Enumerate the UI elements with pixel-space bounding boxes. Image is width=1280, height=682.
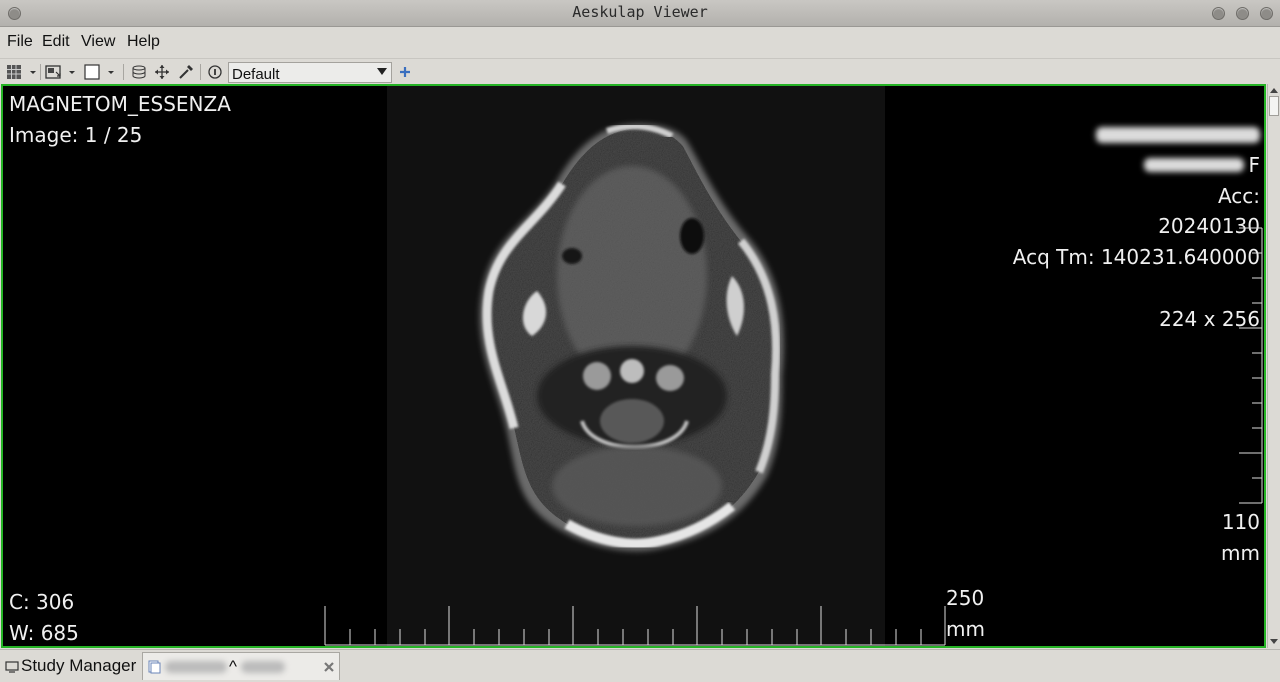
window-center: C: 306: [9, 590, 75, 614]
scroll-up-icon[interactable]: [1270, 88, 1278, 93]
patient-name-redacted: [1096, 124, 1260, 148]
close-icon[interactable]: [1260, 7, 1273, 20]
preset-select[interactable]: Default: [228, 62, 392, 83]
frame-icon[interactable]: [84, 64, 100, 80]
move-icon[interactable]: [154, 64, 170, 80]
vertical-ruler-value: 110: [1221, 510, 1260, 534]
horizontal-ruler: [324, 606, 946, 646]
document-icon: [148, 660, 161, 674]
scrollbar-thumb[interactable]: [1269, 96, 1279, 116]
stack-icon[interactable]: [131, 64, 147, 80]
patient-sex: F: [1248, 153, 1260, 177]
image-index-label: Image: 1 / 25: [9, 123, 143, 147]
modality-label: MAGNETOM_ESSENZA: [9, 92, 231, 116]
tab-study-manager[interactable]: Study Manager: [3, 652, 141, 680]
monitor-icon: [5, 661, 19, 673]
dropdown-arrow-icon[interactable]: [68, 64, 76, 80]
vertical-ruler-unit: mm: [1221, 541, 1260, 565]
grid-icon[interactable]: [6, 64, 22, 80]
accession-label: Acc:: [1217, 184, 1260, 208]
dropdown-arrow-icon[interactable]: [107, 64, 115, 80]
toolbar: [0, 58, 1280, 85]
vertical-scrollbar[interactable]: [1267, 84, 1280, 648]
tab-patient-study[interactable]: ^: [142, 652, 340, 680]
menu-help[interactable]: Help: [127, 33, 160, 51]
tab-study-manager-label: Study Manager: [21, 656, 137, 675]
window-width: W: 685: [9, 621, 79, 645]
mri-image[interactable]: [387, 86, 885, 646]
close-tab-icon[interactable]: [323, 661, 335, 673]
tab-patient-study-label: ^: [229, 657, 237, 676]
acquisition-time: Acq Tm: 140231.640000: [1012, 245, 1260, 269]
window-title: Aeskulap Viewer: [572, 3, 708, 21]
mri-slice-image: [479, 123, 784, 552]
menubar: File Edit View Help: [0, 27, 1280, 57]
maximize-icon[interactable]: [1236, 7, 1249, 20]
horizontal-ruler-value: 250: [946, 586, 985, 610]
tab-bar: Study Manager ^: [0, 649, 1280, 682]
menu-view[interactable]: View: [81, 33, 115, 51]
patient-id-sex: F: [1144, 153, 1260, 177]
chevron-down-icon[interactable]: [377, 68, 387, 75]
layout-icon[interactable]: [45, 64, 63, 80]
vertical-ruler: [1239, 227, 1263, 504]
pipette-icon[interactable]: [178, 64, 194, 80]
minimize-icon[interactable]: [1212, 7, 1225, 20]
menu-file[interactable]: File: [7, 33, 33, 51]
menu-edit[interactable]: Edit: [42, 33, 70, 51]
horizontal-ruler-unit: mm: [946, 617, 985, 641]
add-icon[interactable]: [398, 64, 412, 80]
info-icon[interactable]: [207, 64, 223, 80]
scroll-down-icon[interactable]: [1270, 639, 1278, 644]
image-viewport[interactable]: MAGNETOM_ESSENZA Image: 1 / 25 F Acc: 20…: [1, 84, 1266, 648]
preset-select-value: Default: [232, 66, 280, 83]
dropdown-arrow-icon[interactable]: [29, 64, 37, 80]
window-titlebar: Aeskulap Viewer: [0, 0, 1280, 27]
